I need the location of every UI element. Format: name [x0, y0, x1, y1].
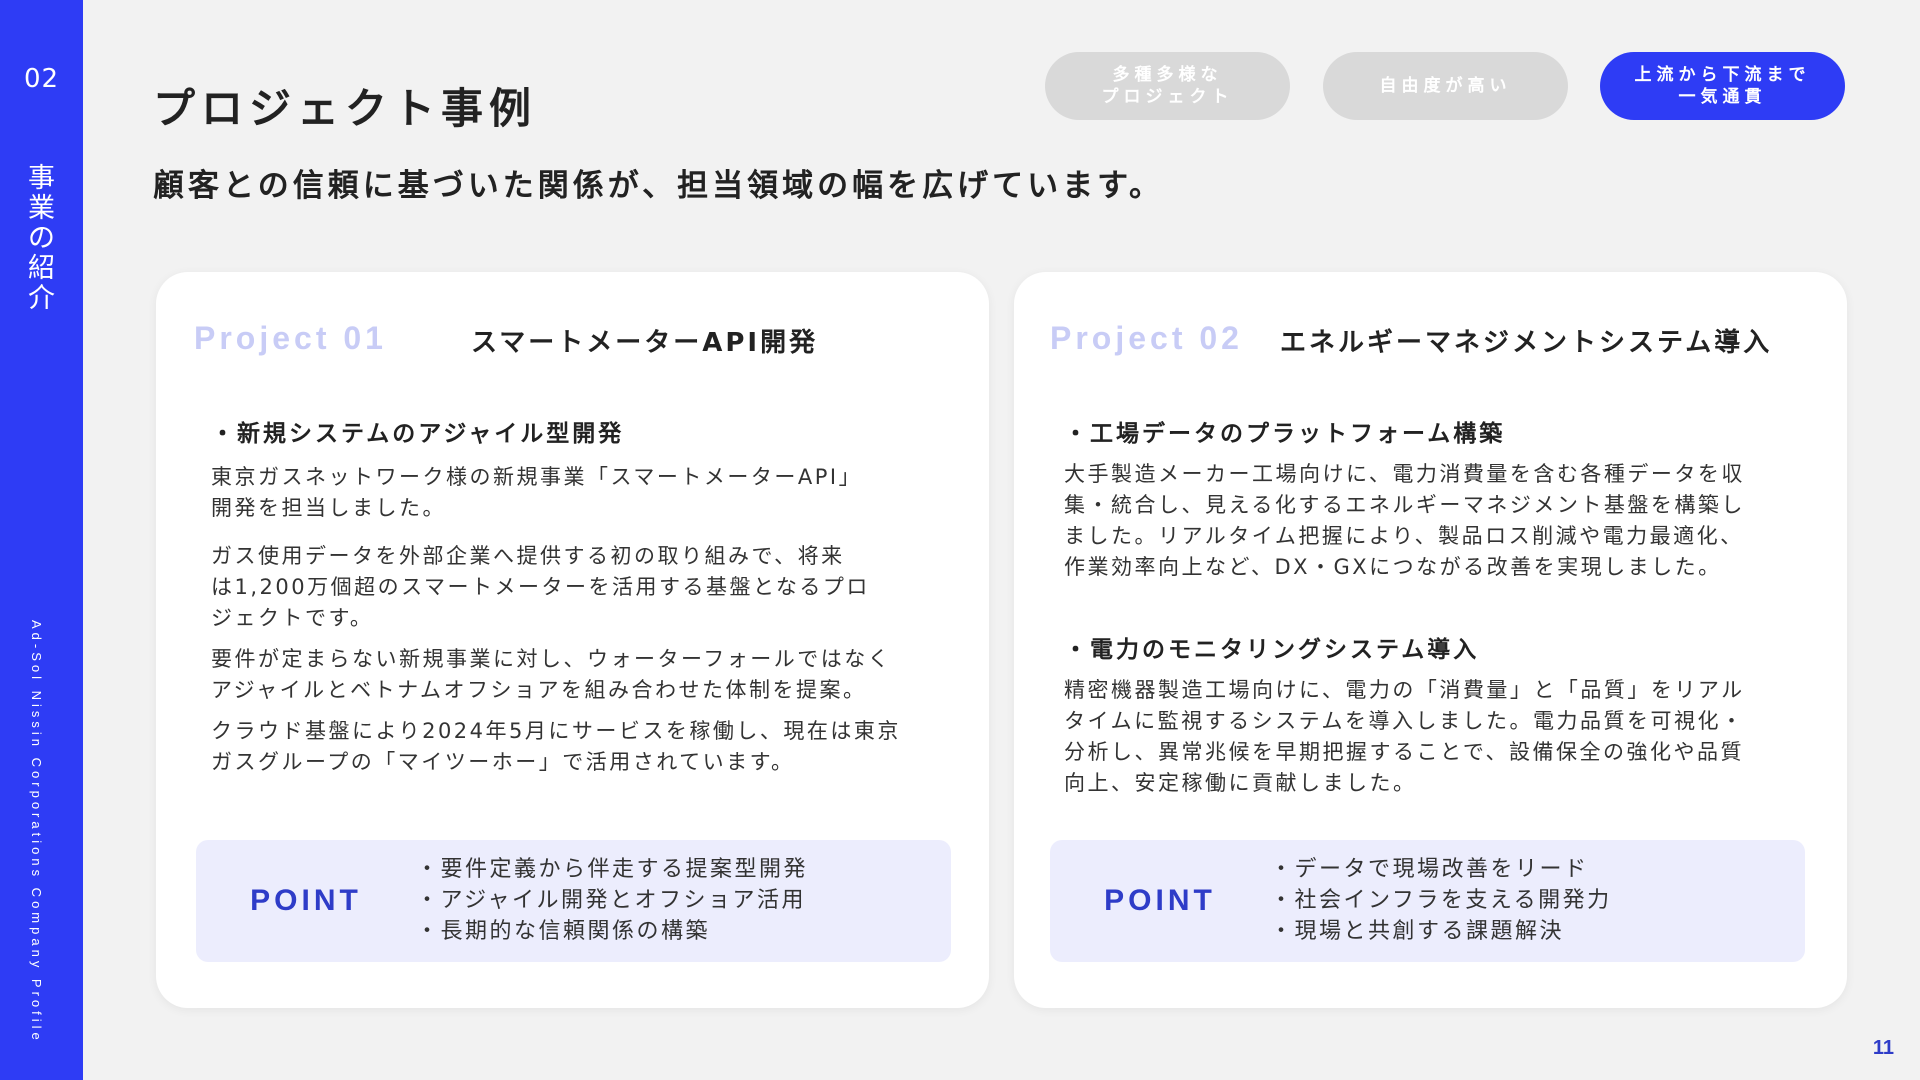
- point-item: ・長期的な信頼関係の構築: [416, 919, 711, 944]
- tag-line: 一気通貫: [1678, 87, 1767, 107]
- section-number: 02: [23, 64, 60, 94]
- paragraph: ガス使用データを外部企業へ提供する初の取り組みで、将来 は1,200万個超のスマ…: [211, 544, 870, 630]
- section-title-char: の: [28, 223, 55, 254]
- section-title: 事 業 の 紹 介: [0, 164, 83, 314]
- project-card-01: Project 01 スマートメーターAPI開発 ・新規システムのアジャイル型開…: [156, 272, 989, 1008]
- company-name: Ad-Sol Nissin Corporations Company Profi…: [29, 620, 44, 1044]
- point-list: ・要件定義から伴走する提案型開発 ・アジャイル開発とオフショア活用 ・長期的な信…: [416, 854, 808, 947]
- page-subtitle: 顧客との信頼に基づいた関係が、担当領域の幅を広げています。: [153, 168, 1164, 204]
- paragraph: 要件が定まらない新規事業に対し、ウォーターフォールではなく アジャイルとベトナム…: [211, 647, 892, 702]
- project-card-02: Project 02 エネルギーマネジメントシステム導入 ・工場データのプラット…: [1014, 272, 1847, 1008]
- project-title: スマートメーターAPI開発: [471, 328, 819, 358]
- project-title: エネルギーマネジメントシステム導入: [1280, 328, 1773, 358]
- tag-freedom[interactable]: 自由度が高い: [1323, 52, 1568, 120]
- paragraph: 東京ガスネットワーク様の新規事業「スマートメーターAPI」 開発を担当しました。: [211, 465, 863, 520]
- section-heading: ・新規システムのアジャイル型開発: [211, 421, 625, 447]
- paragraph: 精密機器製造工場向けに、電力の「消費量」と「品質」をリアル タイムに監視するシス…: [1064, 678, 1745, 795]
- tag-line: 上流から下流まで: [1634, 65, 1811, 85]
- section-title-char: 介: [28, 283, 55, 314]
- tag-line: 自由度が高い: [1379, 76, 1512, 96]
- tag-line: プロジェクト: [1101, 87, 1234, 107]
- page-number: 11: [1872, 1037, 1894, 1059]
- point-label: POINT: [250, 884, 362, 917]
- point-item: ・社会インフラを支える開発力: [1270, 888, 1612, 913]
- project-label: Project 01: [194, 320, 387, 356]
- section-title-char: 事: [28, 163, 55, 194]
- tag-line: 多種多様な: [1112, 65, 1223, 85]
- sidebar: 02 事 業 の 紹 介 Ad-Sol Nissin Corporations …: [0, 0, 83, 1080]
- page-title: プロジェクト事例: [153, 84, 538, 133]
- project-label: Project 02: [1050, 320, 1243, 356]
- tag-variety[interactable]: 多種多様な プロジェクト: [1045, 52, 1290, 120]
- section-heading: ・電力のモニタリングシステム導入: [1064, 637, 1480, 663]
- section-heading: ・工場データのプラットフォーム構築: [1064, 421, 1506, 447]
- section-title-char: 紹: [28, 253, 55, 284]
- paragraph: 大手製造メーカー工場向けに、電力消費量を含む各種データを収 集・統合し、見える化…: [1064, 462, 1745, 579]
- point-label: POINT: [1104, 884, 1216, 917]
- point-box: POINT ・要件定義から伴走する提案型開発 ・アジャイル開発とオフショア活用 …: [196, 840, 951, 962]
- point-item: ・アジャイル開発とオフショア活用: [416, 888, 807, 913]
- point-item: ・要件定義から伴走する提案型開発: [416, 857, 809, 882]
- point-item: ・現場と共創する課題解決: [1270, 919, 1565, 944]
- point-item: ・データで現場改善をリード: [1270, 857, 1589, 882]
- point-box: POINT ・データで現場改善をリード ・社会インフラを支える開発力 ・現場と共…: [1050, 840, 1805, 962]
- paragraph: クラウド基盤により2024年5月にサービスを稼働し、現在は東京 ガスグループの「…: [211, 719, 901, 774]
- point-list: ・データで現場改善をリード ・社会インフラを支える開発力 ・現場と共創する課題解…: [1270, 854, 1612, 947]
- tag-end-to-end[interactable]: 上流から下流まで 一気通貫: [1600, 52, 1845, 120]
- section-title-char: 業: [28, 193, 55, 224]
